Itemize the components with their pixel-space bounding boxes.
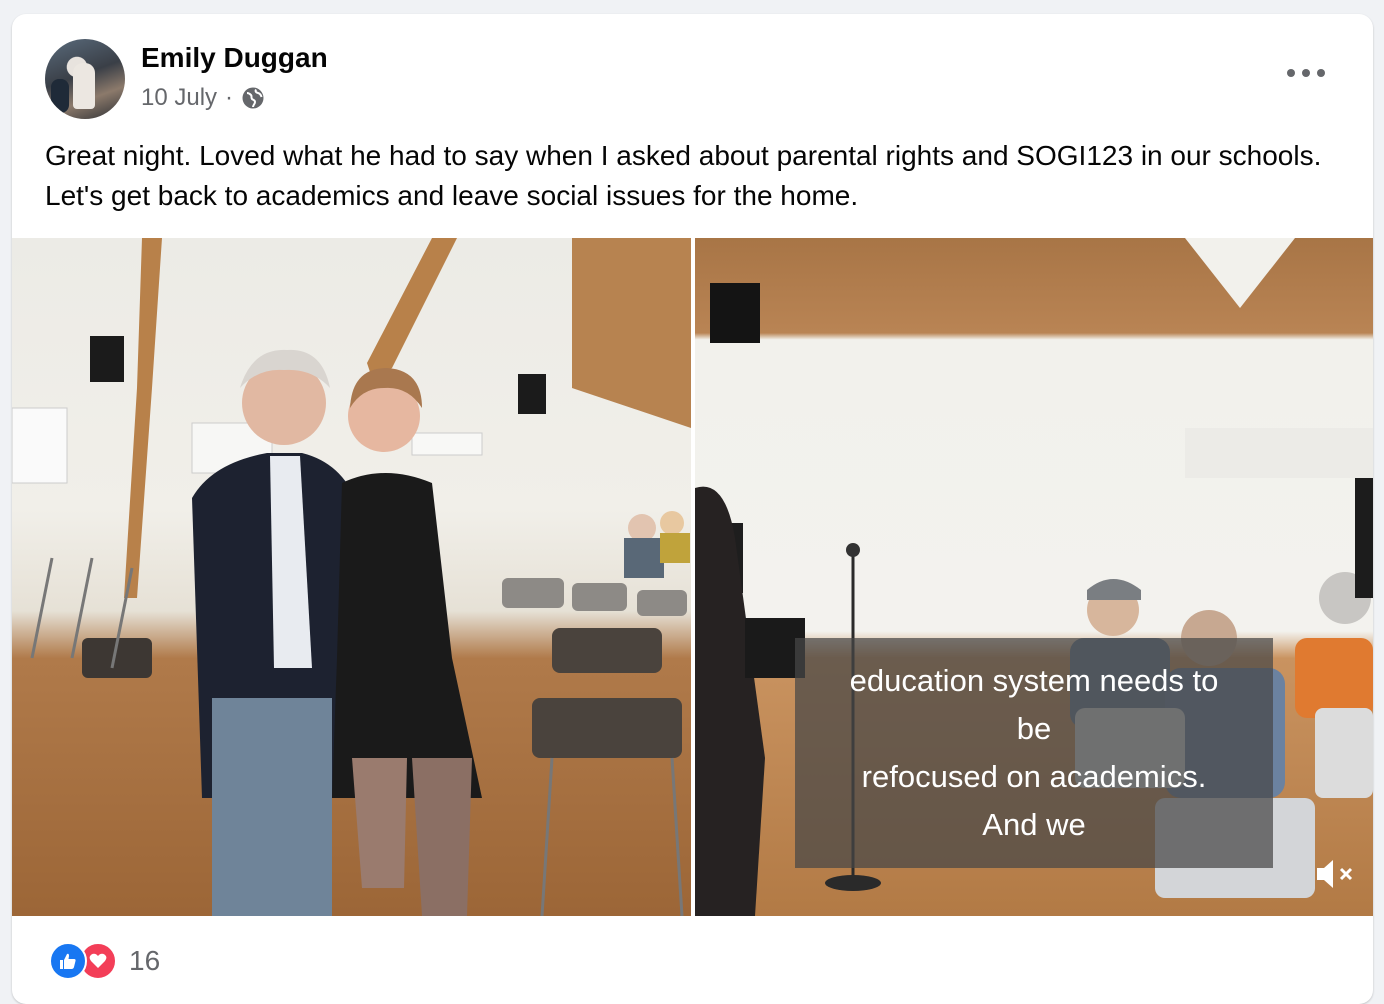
author-avatar[interactable] <box>45 39 125 119</box>
reactions-summary[interactable]: 16 <box>49 942 160 980</box>
caption-line: refocused on academics. <box>861 759 1207 794</box>
photo-left[interactable] <box>12 238 691 916</box>
media-grid: education system needs to be refocused o… <box>12 238 1373 916</box>
like-icon <box>49 942 87 980</box>
photo-left-image <box>12 238 691 916</box>
post-text: Great night. Loved what he had to say wh… <box>45 140 1322 211</box>
speaker-muted-icon[interactable] <box>1313 854 1359 894</box>
video-player[interactable]: education system needs to be refocused o… <box>695 238 1373 916</box>
more-options-icon[interactable] <box>1287 62 1325 84</box>
post-meta: 10 July · <box>141 84 265 112</box>
post-date[interactable]: 10 July <box>141 84 217 112</box>
post-card: Emily Duggan 10 July · Great night. Love… <box>12 14 1373 1004</box>
caption-line: And we <box>982 807 1086 842</box>
caption-line: be <box>1016 711 1052 746</box>
caption-line: education system needs to <box>849 663 1219 698</box>
reaction-count: 16 <box>129 945 161 976</box>
author-name[interactable]: Emily Duggan <box>141 42 328 74</box>
globe-icon <box>242 87 264 109</box>
meta-separator: · <box>225 84 234 111</box>
video-captions: education system needs to be refocused o… <box>795 638 1273 868</box>
